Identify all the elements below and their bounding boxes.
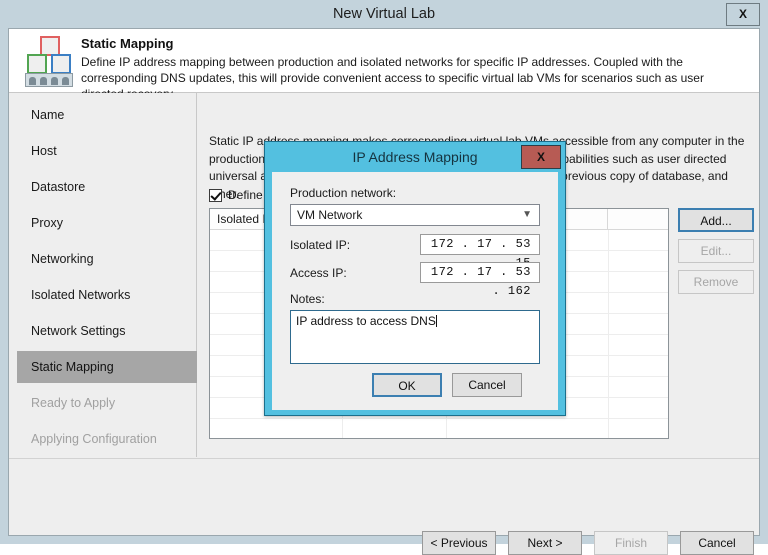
static-mapping-icon [23,36,77,87]
column-header-spacer[interactable] [608,209,668,229]
wizard-step-list: Name Host Datastore Proxy Networking Iso… [9,93,197,457]
cube-green [27,54,47,74]
production-network-value: VM Network [297,208,363,222]
sidebar-item-ready-to-apply: Ready to Apply [31,396,116,410]
isolated-ip-field[interactable]: 172 . 17 . 53 . 15 [420,234,540,270]
access-ip-field[interactable]: 172 . 17 . 53 . 162 [420,262,540,298]
person-glyph [40,77,47,85]
sidebar-item-static-mapping[interactable]: Static Mapping [17,351,197,383]
production-network-select[interactable]: VM Network ▼ [290,204,540,226]
access-ip-label: Access IP: [290,266,347,280]
notes-value: IP address to access DNS [296,314,436,328]
window-close-button[interactable]: X [726,3,760,26]
dialog-body: Production network: VM Network ▼ Isolate… [272,172,558,410]
sidebar-item-proxy[interactable]: Proxy [17,207,197,239]
sidebar-item-isolated-networks[interactable]: Isolated Networks [17,279,197,311]
isolated-ip-label: Isolated IP: [290,238,351,252]
sidebar-item-host[interactable]: Host [17,135,197,167]
dialog-title: IP Address Mapping [352,149,478,165]
cube-red [40,36,60,56]
finish-button: Finish [594,531,668,555]
person-glyph [62,77,69,85]
sidebar-item-networking[interactable]: Networking [17,243,197,275]
next-button[interactable]: Next > [508,531,582,555]
window-titlebar: New Virtual Lab X [0,0,768,28]
remove-mapping-button: Remove [678,270,754,294]
cube-blue [51,54,71,74]
wizard-footer: < Previous Next > Finish Cancel [9,458,759,555]
new-virtual-lab-window: New Virtual Lab X Static Mapping Define … [0,0,768,555]
dialog-ok-button[interactable]: OK [372,373,442,397]
chevron-down-icon: ▼ [522,209,532,220]
notes-textarea[interactable]: IP address to access DNS [290,310,540,364]
dialog-cancel-button[interactable]: Cancel [452,373,522,397]
define-static-mapping-checkbox[interactable] [209,188,222,202]
person-glyph [51,77,58,85]
sidebar-item-applying-configuration: Applying Configuration [31,432,157,446]
ip-address-mapping-dialog: IP Address Mapping X Production network:… [264,141,566,416]
add-mapping-button[interactable]: Add... [678,208,754,232]
sidebar-item-name[interactable]: Name [17,99,197,131]
text-caret [435,315,437,327]
wizard-banner: Static Mapping Define IP address mapping… [9,29,759,101]
person-glyph [29,77,36,85]
page-title: Static Mapping [81,36,174,51]
table-row[interactable] [210,419,668,440]
users-bar [25,73,73,87]
sidebar-item-datastore[interactable]: Datastore [17,171,197,203]
edit-mapping-button: Edit... [678,239,754,263]
sidebar-item-network-settings[interactable]: Network Settings [17,315,197,347]
window-title: New Virtual Lab [332,6,436,22]
notes-label: Notes: [290,292,325,306]
cancel-button[interactable]: Cancel [680,531,754,555]
previous-button[interactable]: < Previous [422,531,496,555]
production-network-label: Production network: [290,186,397,200]
dialog-close-button[interactable]: X [521,145,561,169]
